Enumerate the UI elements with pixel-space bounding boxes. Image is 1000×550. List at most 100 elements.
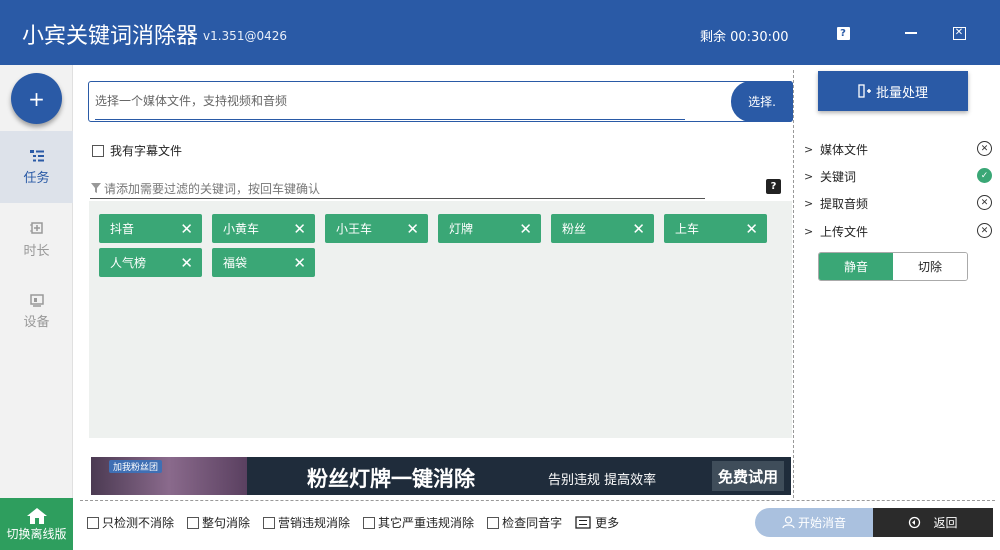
remove-tag-icon[interactable]: ✕ [293, 254, 306, 272]
app-version: v1.351@0426 [203, 29, 287, 43]
keyword-tag: 福袋 ✕ [212, 248, 315, 277]
chevron-right-icon: > [804, 196, 814, 210]
keyword-tag-label: 福袋 [223, 256, 248, 270]
switch-offline-label: 切换离线版 [6, 526, 67, 541]
step-keyword: > 关键词 ✓ [804, 166, 994, 186]
keyword-tag-label: 灯牌 [449, 222, 474, 236]
device-icon [29, 293, 44, 307]
back-button[interactable]: 返回 [873, 508, 993, 537]
keyword-input[interactable]: 请添加需要过滤的关键词，按回车键确认 [90, 178, 705, 199]
close-button[interactable]: ✕ [948, 22, 970, 44]
sidebar-item-device-label: 设备 [23, 314, 50, 330]
option-sentence[interactable]: 整句消除 [187, 514, 250, 531]
option-checkbox[interactable] [263, 516, 276, 529]
batch-process-button[interactable]: 批量处理 [818, 71, 968, 111]
more-button[interactable]: 更多 [575, 514, 619, 531]
option-label: 整句消除 [202, 516, 251, 530]
option-label: 营销违规消除 [278, 516, 351, 530]
keyword-tag-label: 人气榜 [110, 256, 147, 270]
batch-icon [858, 84, 871, 98]
subtitle-option-label: 我有字幕文件 [110, 144, 183, 158]
keyword-tag: 人气榜 ✕ [99, 248, 202, 277]
option-label: 检查同音字 [502, 516, 563, 530]
remove-tag-icon[interactable]: ✕ [180, 254, 193, 272]
status-pending-icon: ✕ [977, 223, 992, 238]
add-task-button[interactable]: + [11, 73, 62, 124]
file-selector: 选择. [88, 81, 793, 122]
keyword-tag-area: 抖音 ✕ 小黄车 ✕ 小王车 ✕ 灯牌 ✕ 粉丝 ✕ 上车 ✕ 人气榜 ✕ 福袋 ✕ [89, 201, 792, 438]
status-pending-icon: ✕ [977, 141, 992, 156]
keyword-help-icon[interactable]: ? [766, 179, 781, 194]
keyword-tag: 抖音 ✕ [99, 214, 202, 243]
keyword-tag: 灯牌 ✕ [438, 214, 541, 243]
keyword-tag: 小黄车 ✕ [212, 214, 315, 243]
sidebar-item-duration[interactable]: 时长 [0, 203, 73, 275]
step-label: 上传文件 [820, 224, 869, 239]
sidebar: + 任务 时长 设备 切换离线版 [0, 65, 73, 550]
keyword-tag: 上车 ✕ [664, 214, 767, 243]
sidebar-item-device[interactable]: 设备 [0, 275, 73, 347]
help-button[interactable]: ? [832, 22, 854, 44]
horizontal-divider [80, 500, 995, 501]
option-checkbox[interactable] [87, 516, 99, 529]
more-label: 更多 [595, 516, 620, 530]
mode-toggle: 静音 切除 [818, 252, 968, 281]
back-icon [909, 516, 921, 529]
step-upload-file: > 上传文件 ✕ [804, 221, 994, 241]
minimize-button[interactable] [900, 22, 922, 44]
close-icon: ✕ [952, 26, 966, 40]
option-checkbox[interactable] [487, 516, 500, 529]
step-label: 关键词 [820, 169, 857, 184]
start-button[interactable]: 开始消音 [755, 508, 873, 537]
app-title: 小宾关键词消除器 [22, 24, 199, 49]
option-homophone[interactable]: 检查同音字 [487, 514, 562, 531]
subtitle-checkbox[interactable] [92, 144, 104, 157]
chevron-right-icon: > [804, 142, 814, 156]
keyword-tag: 粉丝 ✕ [551, 214, 654, 243]
step-label: 媒体文件 [820, 142, 869, 157]
remove-tag-icon[interactable]: ✕ [519, 220, 532, 238]
title-bar: 小宾关键词消除器 v1.351@0426 剩余 00:30:00 ? ✕ [0, 0, 1000, 65]
subtitle-option[interactable]: 我有字幕文件 [92, 142, 182, 159]
promo-banner[interactable]: 加我粉丝团 粉丝灯牌一键消除 告别违规 提高效率 免费试用 [91, 457, 791, 495]
mode-mute-button[interactable]: 静音 [819, 253, 893, 280]
step-label: 提取音频 [820, 196, 869, 211]
switch-offline-button[interactable]: 切换离线版 [0, 498, 73, 550]
remove-tag-icon[interactable]: ✕ [632, 220, 645, 238]
keyword-tag-label: 抖音 [110, 222, 135, 236]
banner-image: 加我粉丝团 [91, 457, 247, 495]
option-severe[interactable]: 其它严重违规消除 [363, 514, 474, 531]
remove-tag-icon[interactable]: ✕ [406, 220, 419, 238]
option-detect-only[interactable]: 只检测不消除 [87, 514, 174, 531]
sidebar-item-task-label: 任务 [23, 170, 50, 186]
free-trial-button[interactable]: 免费试用 [712, 461, 784, 491]
keyword-tag: 小王车 ✕ [325, 214, 428, 243]
keyword-tag-label: 粉丝 [562, 222, 587, 236]
option-checkbox[interactable] [187, 516, 200, 529]
batch-process-label: 批量处理 [875, 85, 928, 101]
more-icon [575, 516, 591, 529]
sidebar-item-task[interactable]: 任务 [0, 131, 73, 203]
select-file-button[interactable]: 选择. [731, 81, 793, 122]
option-label: 其它严重违规消除 [378, 516, 475, 530]
remove-tag-icon[interactable]: ✕ [180, 220, 193, 238]
status-pending-icon: ✕ [977, 195, 992, 210]
home-icon [26, 507, 47, 524]
user-icon [782, 516, 795, 529]
task-list-icon [29, 149, 44, 161]
option-checkbox[interactable] [363, 516, 376, 529]
keyword-tag-label: 小黄车 [223, 222, 260, 236]
option-marketing[interactable]: 营销违规消除 [263, 514, 350, 531]
chevron-right-icon: > [804, 224, 814, 238]
sidebar-item-duration-label: 时长 [23, 243, 50, 259]
keyword-tag-label: 上车 [675, 222, 700, 236]
mode-cut-button[interactable]: 切除 [893, 253, 967, 280]
remove-tag-icon[interactable]: ✕ [745, 220, 758, 238]
keyword-tag-label: 小王车 [336, 222, 373, 236]
banner-title: 粉丝灯牌一键消除 [307, 467, 475, 491]
media-file-input[interactable] [95, 82, 685, 120]
options-bar: 只检测不消除 整句消除 营销违规消除 其它严重违规消除 检查同音字 更多 [87, 514, 619, 531]
remove-tag-icon[interactable]: ✕ [293, 220, 306, 238]
remaining-time: 剩余 00:30:00 [700, 30, 789, 45]
banner-subtitle: 告别违规 提高效率 [548, 473, 657, 488]
